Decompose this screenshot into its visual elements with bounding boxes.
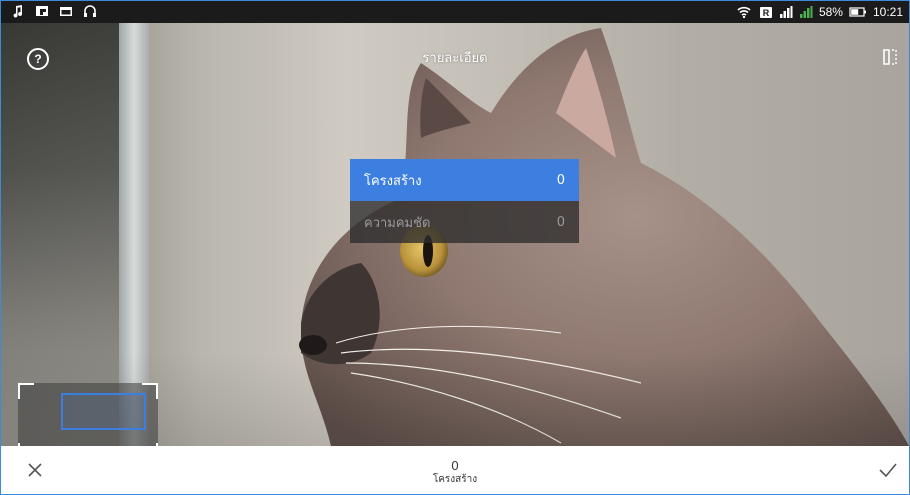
navigator-viewport[interactable]: [61, 393, 146, 430]
adjustment-menu: โครงสร้าง 0 ความคมชัด 0: [350, 159, 579, 243]
adjust-option-structure[interactable]: โครงสร้าง 0: [350, 159, 579, 201]
signal-icon: [779, 6, 793, 18]
zoom-navigator[interactable]: [18, 383, 158, 446]
headphones-icon: [84, 5, 96, 17]
adjustment-value: 0: [451, 458, 459, 473]
adjust-option-sharpening[interactable]: ความคมชัด 0: [350, 201, 579, 243]
status-bar-left: [11, 4, 97, 18]
bottom-bar: 0 โครงสร้าง: [1, 446, 909, 494]
signal-icon: [799, 6, 813, 18]
battery-icon: [849, 7, 866, 17]
page-title: รายละเอียด: [422, 51, 488, 66]
nfc-icon: R: [759, 7, 772, 18]
adjust-option-value: 0: [556, 172, 565, 188]
flipboard-icon: [36, 6, 48, 16]
adjustment-label: โครงสร้าง: [432, 474, 478, 485]
navigator-corner: [18, 383, 34, 399]
adjust-option-value: 0: [556, 214, 565, 230]
battery-percentage: 58%: [818, 5, 843, 19]
check-icon[interactable]: [877, 460, 899, 480]
adjust-option-label: โครงสร้าง: [364, 173, 422, 189]
status-bar: R 58% 10:21: [1, 1, 909, 23]
compare-icon[interactable]: [881, 48, 899, 66]
photo-canvas[interactable]: ? รายละเอียด โครงสร้าง 0 ความคมชัด 0: [1, 23, 909, 446]
app-window: R 58% 10:21 ? รายละเอียด โครงสร้าง 0 ควา…: [0, 0, 910, 495]
image-icon: [60, 7, 72, 16]
wifi-icon: [737, 6, 751, 19]
status-bar-right: R 58% 10:21: [735, 4, 903, 20]
music-icon: [13, 5, 23, 18]
adjust-option-label: ความคมชัด: [364, 215, 431, 231]
current-adjustment: 0 โครงสร้าง: [1, 458, 909, 487]
clock: 10:21: [872, 5, 903, 19]
svg-text:R: R: [763, 8, 770, 18]
